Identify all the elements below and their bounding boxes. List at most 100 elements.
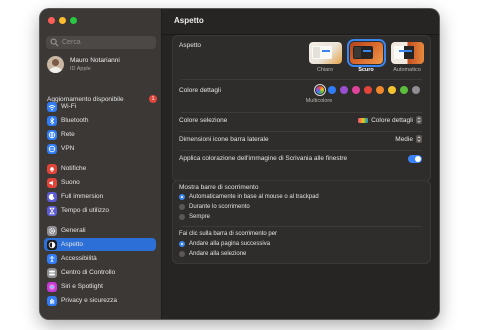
sidebar-item-label: VPN bbox=[61, 145, 75, 152]
accent-color-swatch[interactable] bbox=[328, 86, 336, 94]
toolbar: Aspetto bbox=[162, 9, 439, 35]
sidebar-item-label: Wi-Fi bbox=[61, 103, 77, 110]
accent-selected-caption: Multicolore bbox=[305, 98, 333, 104]
radio-button bbox=[179, 251, 185, 257]
divider bbox=[181, 79, 422, 80]
user-subtitle: ID Apple bbox=[70, 65, 91, 72]
sidebar-item-label: Bluetooth bbox=[61, 117, 89, 124]
accent-color-swatch[interactable] bbox=[400, 86, 408, 94]
avatar bbox=[47, 56, 64, 73]
sidebar-item-siri-e-spotlight[interactable]: Siri e Spotlight bbox=[44, 280, 156, 293]
radio-label: Andare alla pagina successiva bbox=[189, 241, 271, 247]
sidebar-item-vpn[interactable]: VPN bbox=[44, 142, 156, 155]
search-input[interactable] bbox=[59, 39, 152, 46]
appearance-auto-caption: Automatico bbox=[393, 67, 421, 73]
highlight-color-label: Colore selezione bbox=[179, 117, 228, 124]
appearance-label: Aspetto bbox=[179, 42, 202, 49]
radio-button bbox=[179, 194, 185, 200]
minimize-button[interactable] bbox=[59, 17, 66, 24]
sidebar-item-notifiche[interactable]: Notifiche bbox=[44, 162, 156, 175]
divider bbox=[181, 131, 422, 132]
settings-window: Mauro Notarianni ID Apple Aggiornamento … bbox=[40, 9, 439, 319]
accent-color-swatch[interactable] bbox=[376, 86, 384, 94]
appearance-light-caption: Chiaro bbox=[316, 67, 334, 73]
sidebar-item-privacy-e-sicurezza[interactable]: Privacy e sicurezza bbox=[44, 294, 156, 307]
search-field[interactable] bbox=[46, 36, 156, 49]
accent-color-swatch[interactable] bbox=[364, 86, 372, 94]
sidebar-item-centro-di-controllo[interactable]: Centro di Controllo bbox=[44, 266, 156, 279]
radio-label: Durante lo scorrimento bbox=[189, 204, 250, 210]
scrollbars-scrolling-radio[interactable]: Durante lo scorrimento bbox=[179, 204, 250, 210]
accent-color-swatch[interactable] bbox=[388, 86, 396, 94]
bluetooth-icon bbox=[47, 115, 57, 126]
sidebar-item-rete[interactable]: Rete bbox=[44, 128, 156, 141]
accent-color-label: Colore dettagli bbox=[179, 87, 221, 94]
sidebar-icon-size-label: Dimensioni icone barra laterale bbox=[179, 136, 269, 143]
sidebar-item-label: Tempo di utilizzo bbox=[61, 207, 110, 214]
click-next-page-radio[interactable]: Andare alla pagina successiva bbox=[179, 241, 270, 247]
globe-icon bbox=[47, 129, 57, 140]
sidebar-item-tempo-di-utilizzo[interactable]: Tempo di utilizzo bbox=[44, 204, 156, 217]
moon-icon bbox=[47, 191, 57, 202]
sidebar-item-label: Suono bbox=[61, 179, 80, 186]
scrollbar-settings-card: Mostra barre di scorrimento Automaticame… bbox=[172, 180, 431, 264]
radio-label: Automaticamente in base al mouse o al tr… bbox=[189, 194, 319, 200]
apple-id-account[interactable]: Mauro Notarianni ID Apple bbox=[47, 56, 120, 73]
accent-color-swatch[interactable] bbox=[340, 86, 348, 94]
sidebar-item-label: Privacy e sicurezza bbox=[61, 297, 117, 304]
highlight-color-popup[interactable]: Colore dettagli bbox=[358, 116, 422, 124]
wallpaper-tinting-label: Applica colorazione dell'immagine di Scr… bbox=[179, 155, 348, 162]
search-icon bbox=[50, 38, 59, 47]
sidebar-item-generali[interactable]: Generali bbox=[44, 224, 156, 237]
sidebar-item-label: Generali bbox=[61, 227, 86, 234]
divider bbox=[181, 226, 422, 227]
sidebar-icon-size-popup[interactable]: Medie bbox=[395, 135, 422, 143]
divider bbox=[181, 112, 422, 113]
speaker-icon bbox=[47, 177, 57, 188]
highlight-swatch-icon bbox=[358, 117, 369, 123]
radio-label: Sempre bbox=[189, 214, 211, 220]
sidebar-item-aspetto[interactable]: Aspetto bbox=[44, 238, 156, 251]
accent-color-multicolor[interactable] bbox=[316, 86, 324, 94]
sidebar-item-label: Full immersion bbox=[61, 193, 104, 200]
appearance-auto-option[interactable] bbox=[391, 42, 424, 64]
sidebar-item-label: Accessibilità bbox=[61, 255, 97, 262]
click-jump-here-radio[interactable]: Andare alla selezione bbox=[179, 251, 246, 257]
sidebar-item-accessibilit[interactable]: Accessibilità bbox=[44, 252, 156, 265]
sidebar: Mauro Notarianni ID Apple Aggiornamento … bbox=[40, 9, 162, 319]
control-center-icon bbox=[47, 267, 57, 278]
divider bbox=[181, 150, 422, 151]
sidebar-item-wi-fi[interactable]: Wi-Fi bbox=[44, 100, 156, 113]
vpn-icon bbox=[47, 143, 57, 154]
radio-button bbox=[179, 214, 185, 220]
scrollbars-label: Mostra barre di scorrimento bbox=[179, 184, 259, 191]
gear-icon bbox=[47, 225, 57, 236]
sidebar-item-label: Siri e Spotlight bbox=[61, 283, 103, 290]
click-scrollbar-label: Fai clic sulla barra di scorrimento per bbox=[179, 231, 278, 237]
zoom-button[interactable] bbox=[70, 17, 77, 24]
radio-label: Andare alla selezione bbox=[189, 251, 247, 257]
appearance-settings-card: Aspetto Chiaro Scuro Automatico Colore d… bbox=[172, 35, 431, 182]
main-pane: Aspetto Aspetto Chiaro Scuro Automatico … bbox=[162, 9, 439, 319]
accent-color-picker bbox=[316, 82, 428, 98]
sidebar-icon-size-value: Medie bbox=[395, 135, 413, 143]
wifi-icon bbox=[47, 101, 57, 112]
chevron-updown-icon bbox=[416, 116, 422, 124]
sidebar-item-bluetooth[interactable]: Bluetooth bbox=[44, 114, 156, 127]
accent-color-swatch[interactable] bbox=[412, 86, 420, 94]
wallpaper-tinting-toggle[interactable] bbox=[408, 155, 422, 163]
window-controls bbox=[48, 17, 77, 24]
scrollbars-always-radio[interactable]: Sempre bbox=[179, 214, 210, 220]
close-button[interactable] bbox=[48, 17, 55, 24]
appearance-light-option[interactable] bbox=[309, 42, 342, 64]
siri-icon bbox=[47, 281, 57, 292]
scrollbars-auto-radio[interactable]: Automaticamente in base al mouse o al tr… bbox=[179, 194, 319, 200]
chevron-updown-icon bbox=[416, 135, 422, 143]
sidebar-item-full-immersion[interactable]: Full immersion bbox=[44, 190, 156, 203]
bell-icon bbox=[47, 163, 57, 174]
radio-button bbox=[179, 241, 185, 247]
accent-color-swatch[interactable] bbox=[352, 86, 360, 94]
appearance-dark-option[interactable] bbox=[347, 39, 386, 67]
sidebar-item-label: Rete bbox=[61, 131, 75, 138]
sidebar-item-suono[interactable]: Suono bbox=[44, 176, 156, 189]
